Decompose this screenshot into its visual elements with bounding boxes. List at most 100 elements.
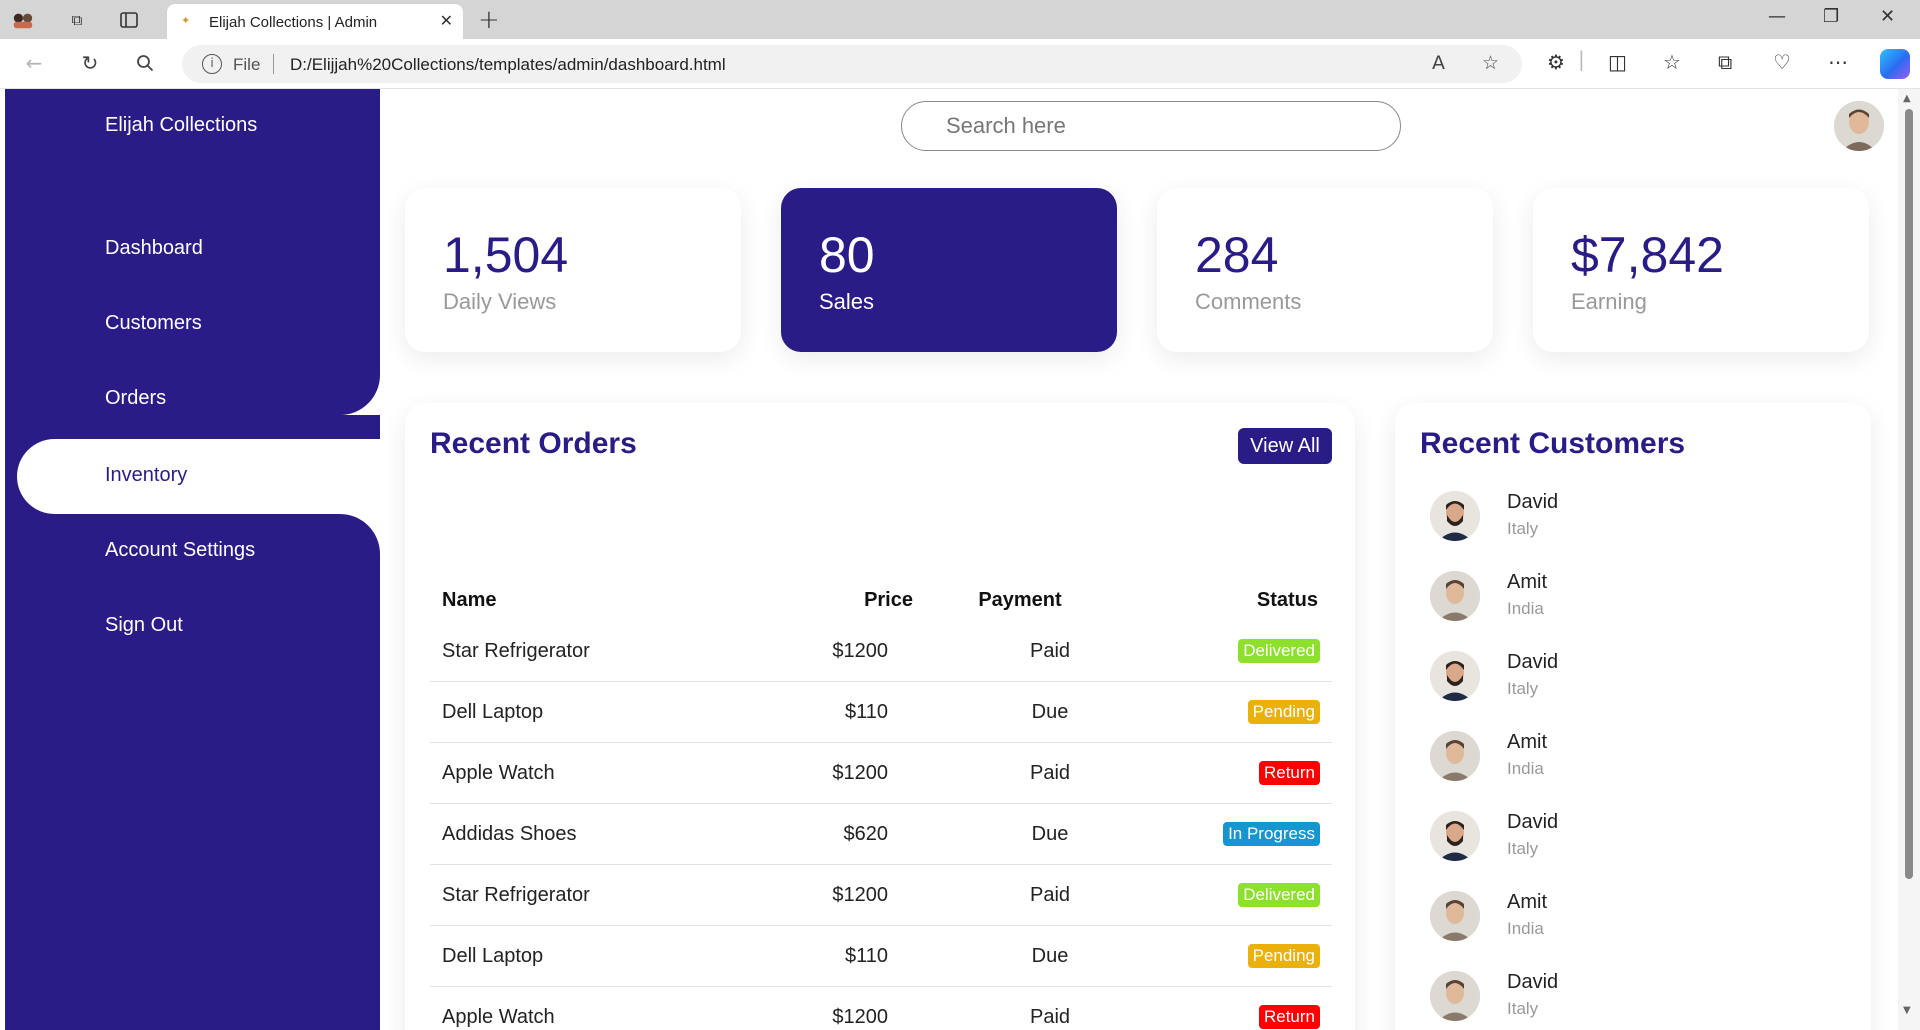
sidebar-item-label: Dashboard (105, 237, 203, 259)
order-payment: Paid (1029, 1006, 1071, 1028)
order-price: $1200 (832, 762, 888, 784)
status-badge: Pending (1247, 700, 1320, 724)
favorites-icon[interactable]: ☆ (1663, 50, 1681, 74)
stat-label: Daily Views (443, 289, 557, 314)
table-row[interactable]: Apple Watch $1200 Paid Return (430, 987, 1332, 1030)
scrollbar-thumb[interactable] (1905, 109, 1913, 879)
list-item[interactable]: Amit India (1420, 881, 1846, 961)
window-close-icon[interactable]: ✕ (1880, 6, 1895, 27)
customer-name: Amit (1507, 731, 1547, 753)
sidebar-item-account-settings[interactable]: Account Settings (5, 514, 380, 589)
sidebar-item-dashboard[interactable]: Dashboard (5, 212, 380, 287)
customer-country: India (1507, 599, 1544, 618)
list-item[interactable]: David Italy (1420, 641, 1846, 721)
dashboard-page: Elijah Collections Dashboard Customers O… (0, 89, 1920, 1030)
table-row[interactable]: Apple Watch $1200 Paid Return (430, 743, 1332, 804)
info-icon[interactable]: i (202, 54, 222, 74)
stat-card-earning[interactable]: $7,842 Earning (1533, 188, 1869, 352)
sidebar-item-sign-out[interactable]: Sign Out (5, 589, 380, 664)
restore-icon[interactable]: ❐ (1823, 6, 1839, 27)
recent-orders-panel: Recent Orders View All Name Price Paymen… (405, 403, 1355, 1030)
order-payment: Paid (1029, 640, 1071, 662)
order-name: Addidas Shoes (442, 823, 577, 845)
minimize-icon[interactable]: — (1768, 6, 1786, 27)
list-item[interactable]: David Italy (1420, 961, 1846, 1030)
stat-number: $7,842 (1571, 227, 1724, 283)
table-row[interactable]: Dell Laptop $110 Due Pending (430, 682, 1332, 743)
stat-card-comments[interactable]: 284 Comments (1157, 188, 1493, 352)
customer-name: Amit (1507, 571, 1547, 593)
more-menu-icon[interactable]: ⋯ (1828, 50, 1848, 74)
order-payment: Paid (1029, 762, 1071, 784)
stat-card-daily-views[interactable]: 1,504 Daily Views (405, 188, 741, 352)
view-all-button[interactable]: View All (1238, 428, 1332, 464)
customer-country: Italy (1507, 839, 1539, 858)
table-row[interactable]: Star Refrigerator $1200 Paid Delivered (430, 865, 1332, 926)
scroll-down-icon[interactable]: ▼ (1903, 1005, 1911, 1016)
split-screen-icon[interactable]: ◫ (1608, 50, 1627, 74)
stat-number: 284 (1195, 227, 1279, 283)
status-badge: Return (1258, 761, 1320, 785)
customer-name: Amit (1507, 891, 1547, 913)
table-row[interactable]: Dell Laptop $110 Due Pending (430, 926, 1332, 987)
copilot-icon[interactable] (1880, 49, 1910, 79)
stat-card-sales[interactable]: 80 Sales (781, 188, 1117, 352)
list-item[interactable]: David Italy (1420, 481, 1846, 561)
list-item[interactable]: David Italy (1420, 801, 1846, 881)
back-icon[interactable]: ← (20, 49, 48, 77)
order-name: Star Refrigerator (442, 884, 590, 906)
status-badge: Delivered (1238, 639, 1320, 663)
vertical-tabs-icon[interactable] (118, 9, 140, 31)
table-row[interactable]: Addidas Shoes $620 Due In Progress (430, 804, 1332, 865)
search-box (901, 101, 1401, 151)
status-badge: Delivered (1238, 883, 1320, 907)
customer-name: David (1507, 651, 1559, 673)
profile-icon[interactable] (12, 9, 34, 31)
list-item[interactable]: Amit India (1420, 561, 1846, 641)
refresh-icon[interactable]: ↻ (76, 49, 104, 77)
tab-favicon-icon: ✦ (181, 14, 191, 27)
read-aloud-icon[interactable]: A (1432, 52, 1445, 74)
recent-customers-title: Recent Customers (1420, 427, 1686, 460)
sidebar-item-orders[interactable]: Orders (5, 362, 380, 437)
column-header-price: Price (864, 589, 913, 611)
address-bar-row: ← ↻ i File D:/Elijjah%20Collections/temp… (0, 39, 1920, 89)
list-item[interactable]: Amit India (1420, 721, 1846, 801)
order-name: Dell Laptop (442, 701, 544, 723)
customer-avatar (1430, 971, 1480, 1021)
customer-avatar (1430, 651, 1480, 701)
recent-orders-title: Recent Orders (430, 427, 637, 460)
url-divider (273, 54, 274, 74)
collections-icon[interactable]: ⧉ (1718, 50, 1732, 74)
page-scrollbar[interactable]: ▲ ▼ (1898, 89, 1920, 1030)
search-page-icon[interactable] (131, 49, 159, 77)
stat-number: 80 (819, 227, 875, 283)
column-header-status: Status (1256, 589, 1318, 611)
url-scheme-label: File (233, 55, 261, 74)
customer-avatar (1430, 891, 1480, 941)
scroll-up-icon[interactable]: ▲ (1903, 93, 1911, 104)
order-price: $110 (844, 701, 888, 723)
search-input[interactable] (946, 112, 1366, 140)
table-row[interactable]: Star Refrigerator $1200 Paid Delivered (430, 621, 1332, 682)
browser-essentials-icon[interactable]: ♡ (1773, 50, 1791, 74)
stat-label: Comments (1195, 289, 1302, 314)
browser-tab-bar: ⧉ ✦ Elijah Collections | Admin ✕ + — ❐ ✕ (0, 0, 1920, 39)
brand-name[interactable]: Elijah Collections (105, 114, 257, 137)
sidebar-item-inventory[interactable]: Inventory (17, 439, 380, 514)
url-field[interactable]: i File D:/Elijjah%20Collections/template… (182, 45, 1522, 83)
customer-avatar (1430, 811, 1480, 861)
browser-tab-active[interactable]: ✦ Elijah Collections | Admin ✕ (167, 4, 463, 39)
order-payment: Due (1031, 701, 1069, 723)
tab-close-icon[interactable]: ✕ (440, 11, 453, 30)
tab-title: Elijah Collections | Admin (209, 14, 378, 31)
customer-country: India (1507, 919, 1544, 938)
favorite-star-icon[interactable]: ☆ (1482, 52, 1499, 74)
workspaces-icon[interactable]: ⧉ (66, 9, 88, 31)
sidebar-item-label: Sign Out (105, 614, 183, 636)
extensions-icon[interactable]: ⚙ (1547, 50, 1565, 74)
new-tab-icon[interactable]: + (478, 5, 500, 35)
url-text[interactable]: D:/Elijjah%20Collections/templates/admin… (290, 55, 726, 75)
sidebar-item-customers[interactable]: Customers (5, 287, 380, 362)
user-avatar[interactable] (1834, 101, 1884, 151)
